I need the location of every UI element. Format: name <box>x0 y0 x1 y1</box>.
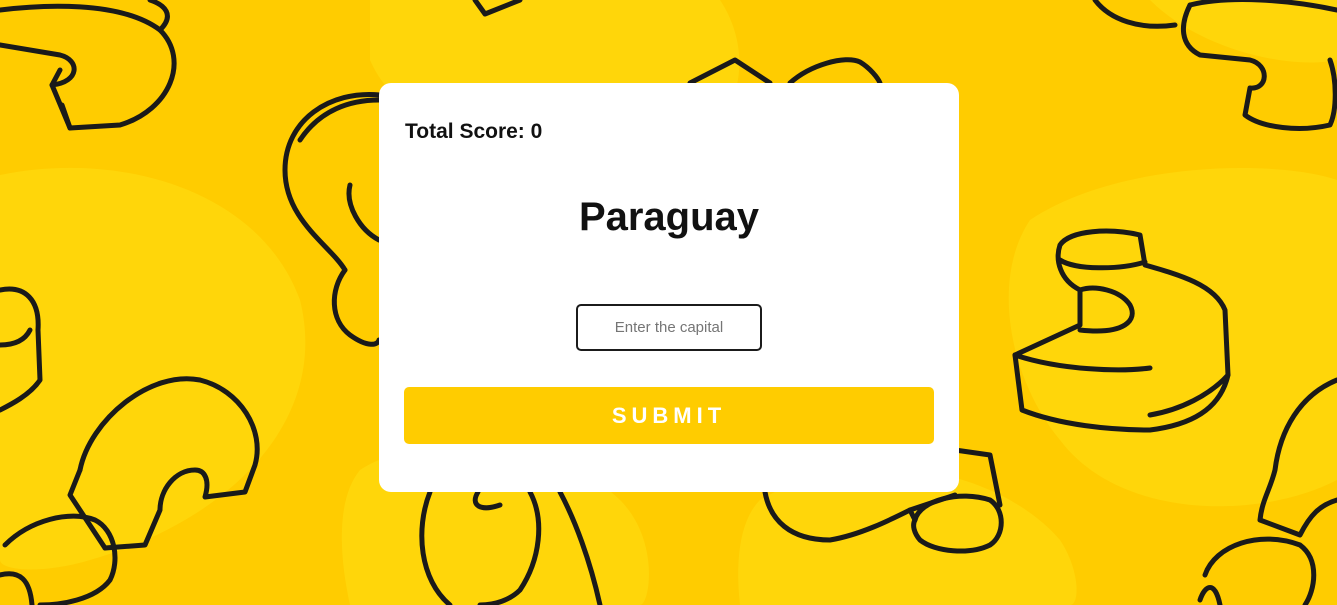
total-score: Total Score: 0 <box>405 120 543 143</box>
capital-input[interactable] <box>576 304 762 351</box>
country-name: Paraguay <box>578 195 760 239</box>
submit-button[interactable]: SUBMIT <box>404 387 934 444</box>
quiz-card: Total Score: 0 Paraguay SUBMIT <box>379 83 959 492</box>
